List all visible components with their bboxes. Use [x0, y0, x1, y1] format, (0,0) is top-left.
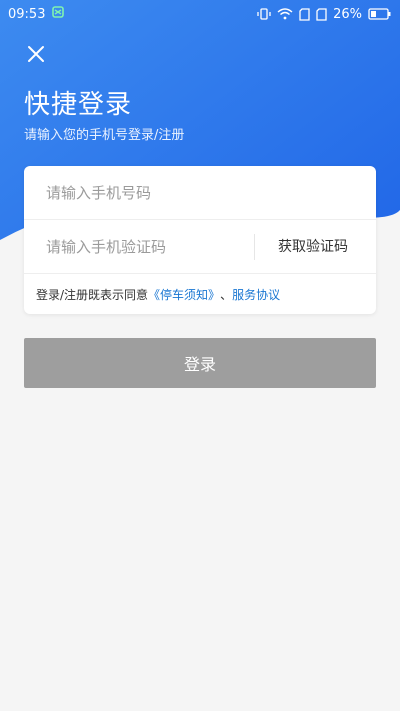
login-button[interactable]: 登录	[24, 338, 376, 388]
status-bar: 09:53 26%	[0, 0, 400, 28]
battery-icon	[368, 8, 392, 20]
page-subtitle: 请输入您的手机号登录/注册	[24, 128, 185, 143]
wifi-icon	[277, 8, 293, 20]
page-title: 快捷登录	[24, 90, 133, 120]
sim-card-2-icon	[316, 7, 327, 21]
verification-code-input[interactable]	[24, 236, 258, 257]
notification-icon	[51, 5, 65, 23]
close-icon	[28, 46, 44, 62]
agreement-prefix: 登录/注册既表示同意	[36, 287, 149, 302]
battery-percent: 26%	[333, 6, 362, 22]
parking-notice-link[interactable]: 《停车须知》	[148, 286, 220, 303]
vibrate-icon	[257, 8, 271, 20]
phone-input[interactable]	[24, 182, 258, 203]
agreement-separator: 、	[220, 287, 233, 302]
sim-card-icon	[299, 7, 310, 21]
close-button[interactable]	[22, 40, 50, 68]
phone-row	[24, 166, 376, 220]
login-form-card: 获取验证码 登录/注册既表示同意 《停车须知》 、 服务协议	[24, 166, 376, 314]
field-divider	[254, 234, 255, 260]
service-agreement-link[interactable]: 服务协议	[232, 286, 280, 303]
get-code-button[interactable]: 获取验证码	[278, 236, 348, 256]
agreement-text: 登录/注册既表示同意 《停车须知》 、 服务协议	[24, 274, 376, 314]
status-time: 09:53	[8, 6, 46, 22]
code-row: 获取验证码	[24, 220, 376, 274]
